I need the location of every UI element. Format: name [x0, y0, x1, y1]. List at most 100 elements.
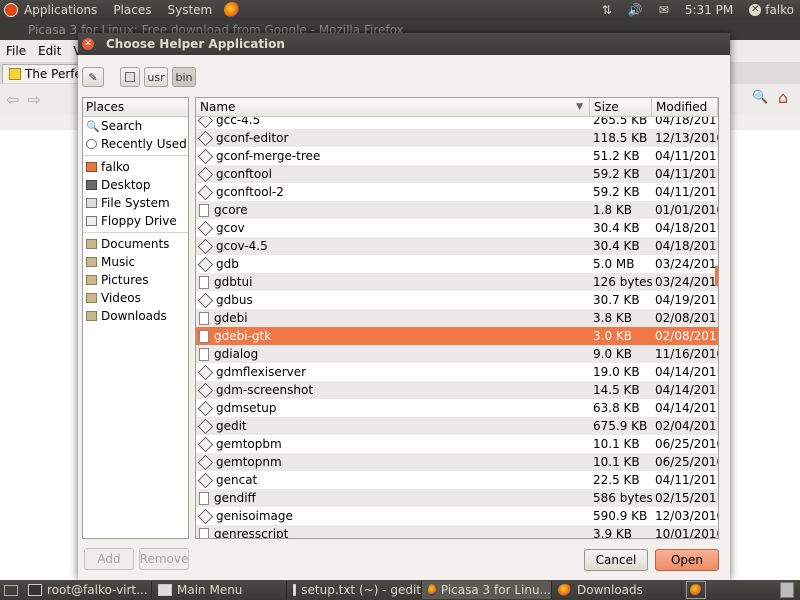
path-button-usr[interactable]: usr: [144, 67, 168, 87]
file-row[interactable]: gconf-editor 118.5 KB 12/13/2010: [196, 129, 718, 147]
file-row[interactable]: gcov-4.5 30.4 KB 04/18/2011: [196, 237, 718, 255]
file-size: 30.4 KB: [593, 221, 640, 235]
file-row[interactable]: gdbtui 126 bytes 03/24/2011: [196, 273, 718, 291]
file-name: gcore: [214, 203, 248, 217]
task-firefox-picasa[interactable]: Picasa 3 for Linu...: [422, 581, 552, 599]
column-size[interactable]: Size: [590, 98, 652, 116]
place-falko[interactable]: falko: [83, 158, 188, 176]
file-name: genisoimage: [216, 509, 293, 523]
task-downloads[interactable]: Downloads: [552, 581, 682, 599]
file-row[interactable]: gemtopnm 10.1 KB 06/25/2010: [196, 453, 718, 471]
user-menu[interactable]: ✕ falko: [749, 3, 794, 17]
file-row[interactable]: gconf-merge-tree 51.2 KB 04/11/2011: [196, 147, 718, 165]
firefox-tray-icon[interactable]: [686, 581, 706, 599]
network-icon[interactable]: ⇅: [602, 3, 612, 17]
file-row[interactable]: gcov 30.4 KB 04/18/2011: [196, 219, 718, 237]
search-bar-icon[interactable]: 🔍: [752, 90, 768, 105]
bookmark-music[interactable]: Music: [83, 253, 188, 271]
file-size: 59.2 KB: [593, 185, 640, 199]
bookmark-documents[interactable]: Documents: [83, 235, 188, 253]
file-row[interactable]: gdbus 30.7 KB 04/19/2011: [196, 291, 718, 309]
file-row[interactable]: gdmsetup 63.8 KB 04/14/2011: [196, 399, 718, 417]
path-button-bin[interactable]: bin: [172, 67, 196, 87]
file-modified: 06/25/2010: [655, 437, 719, 451]
task-terminal[interactable]: root@falko-virt...: [22, 581, 152, 599]
place-label: Documents: [101, 237, 170, 251]
cancel-button[interactable]: Cancel: [584, 549, 648, 571]
back-icon[interactable]: ⇦: [6, 90, 19, 109]
place-search[interactable]: 🔍 Search: [83, 117, 188, 135]
place-label: Downloads: [101, 309, 167, 323]
places-header[interactable]: Places: [83, 98, 188, 117]
remove-bookmark-button[interactable]: Remove: [139, 548, 189, 570]
file-row[interactable]: gdm-screenshot 14.5 KB 04/14/2011: [196, 381, 718, 399]
file-size: 10.1 KB: [593, 437, 640, 451]
column-modified[interactable]: Modified: [652, 98, 718, 116]
place-label: Desktop: [101, 178, 151, 192]
file-size: 51.2 KB: [593, 149, 640, 163]
file-modified: 12/13/2010: [655, 131, 719, 145]
place-recently-used[interactable]: Recently Used: [83, 135, 188, 153]
show-desktop-icon[interactable]: [0, 581, 22, 599]
mail-icon[interactable]: ✉: [659, 3, 669, 17]
pictures-folder-icon: [86, 275, 97, 285]
add-bookmark-button[interactable]: Add: [84, 548, 134, 570]
menu-file[interactable]: File: [6, 44, 26, 58]
forward-icon[interactable]: ⇨: [27, 90, 40, 109]
file-size: 63.8 KB: [593, 401, 640, 415]
open-button[interactable]: Open: [655, 549, 719, 571]
bookmark-downloads[interactable]: Downloads: [83, 307, 188, 325]
file-row[interactable]: gdmflexiserver 19.0 KB 04/14/2011: [196, 363, 718, 381]
file-row[interactable]: gdebi 3.8 KB 02/08/2011: [196, 309, 718, 327]
ubuntu-logo-icon[interactable]: [4, 3, 18, 17]
root-path-button[interactable]: [120, 67, 140, 87]
places-menu[interactable]: Places: [113, 3, 151, 17]
file-row[interactable]: gemtopbm 10.1 KB 06/25/2010: [196, 435, 718, 453]
file-modified: 04/14/2011: [655, 401, 719, 415]
file-row[interactable]: gconftool-2 59.2 KB 04/11/2011: [196, 183, 718, 201]
firefox-launcher-icon[interactable]: [224, 2, 241, 18]
file-name-cell: gconftool-2: [196, 185, 590, 199]
system-menu[interactable]: System: [167, 3, 212, 17]
file-row[interactable]: gdb 5.0 MB 03/24/2011: [196, 255, 718, 273]
file-row[interactable]: gcore 1.8 KB 01/01/2010: [196, 201, 718, 219]
task-gedit[interactable]: setup.txt (~) - gedit: [287, 581, 422, 599]
bookmark-pictures[interactable]: Pictures: [83, 271, 188, 289]
place-floppy-drive[interactable]: Floppy Drive: [83, 212, 188, 230]
volume-icon[interactable]: 🔊: [628, 3, 643, 17]
file-row[interactable]: gencat 22.5 KB 04/11/2011: [196, 471, 718, 489]
file-row[interactable]: genresscript 3.9 KB 10/01/2010: [196, 525, 718, 538]
trash-icon[interactable]: [780, 582, 794, 598]
executable-icon: [199, 365, 211, 379]
file-size: 22.5 KB: [593, 473, 640, 487]
clock[interactable]: 5:31 PM: [685, 3, 733, 17]
column-name[interactable]: Name ▼: [196, 98, 590, 116]
executable-icon: [199, 401, 211, 415]
file-name: gendiff: [214, 491, 256, 505]
place-label: Music: [101, 255, 136, 269]
place-desktop[interactable]: Desktop: [83, 176, 188, 194]
task-main-menu[interactable]: Main Menu: [152, 581, 287, 599]
menu-edit[interactable]: Edit: [38, 44, 61, 58]
edit-location-button[interactable]: ✎: [82, 67, 104, 87]
file-name: gedit: [216, 419, 247, 433]
close-icon[interactable]: ✕: [82, 38, 94, 50]
bookmark-videos[interactable]: Videos: [83, 289, 188, 307]
applications-menu[interactable]: Applications: [24, 3, 97, 17]
file-modified: 04/14/2011: [655, 365, 719, 379]
tab-favicon-icon: [9, 67, 21, 80]
scrollbar-thumb[interactable]: [715, 266, 718, 286]
file-modified: 04/18/2011: [655, 221, 719, 235]
file-list-header: Name ▼ Size Modified: [196, 98, 718, 117]
file-name: gdialog: [214, 347, 259, 361]
file-row[interactable]: gendiff 586 bytes 02/15/2011: [196, 489, 718, 507]
file-row[interactable]: gdebi-gtk 3.0 KB 02/08/2011: [196, 327, 718, 345]
top-panel: Applications Places System ⇅ 🔊 ✉ 5:31 PM…: [0, 0, 800, 20]
file-row[interactable]: genisoimage 590.9 KB 12/03/2010: [196, 507, 718, 525]
file-row[interactable]: gdialog 9.0 KB 11/16/2010: [196, 345, 718, 363]
home-icon[interactable]: ⌂: [778, 88, 788, 107]
place-file-system[interactable]: File System: [83, 194, 188, 212]
firefox-icon: [428, 584, 436, 596]
file-row[interactable]: gedit 675.9 KB 02/04/2011: [196, 417, 718, 435]
file-row[interactable]: gconftool 59.2 KB 04/11/2011: [196, 165, 718, 183]
